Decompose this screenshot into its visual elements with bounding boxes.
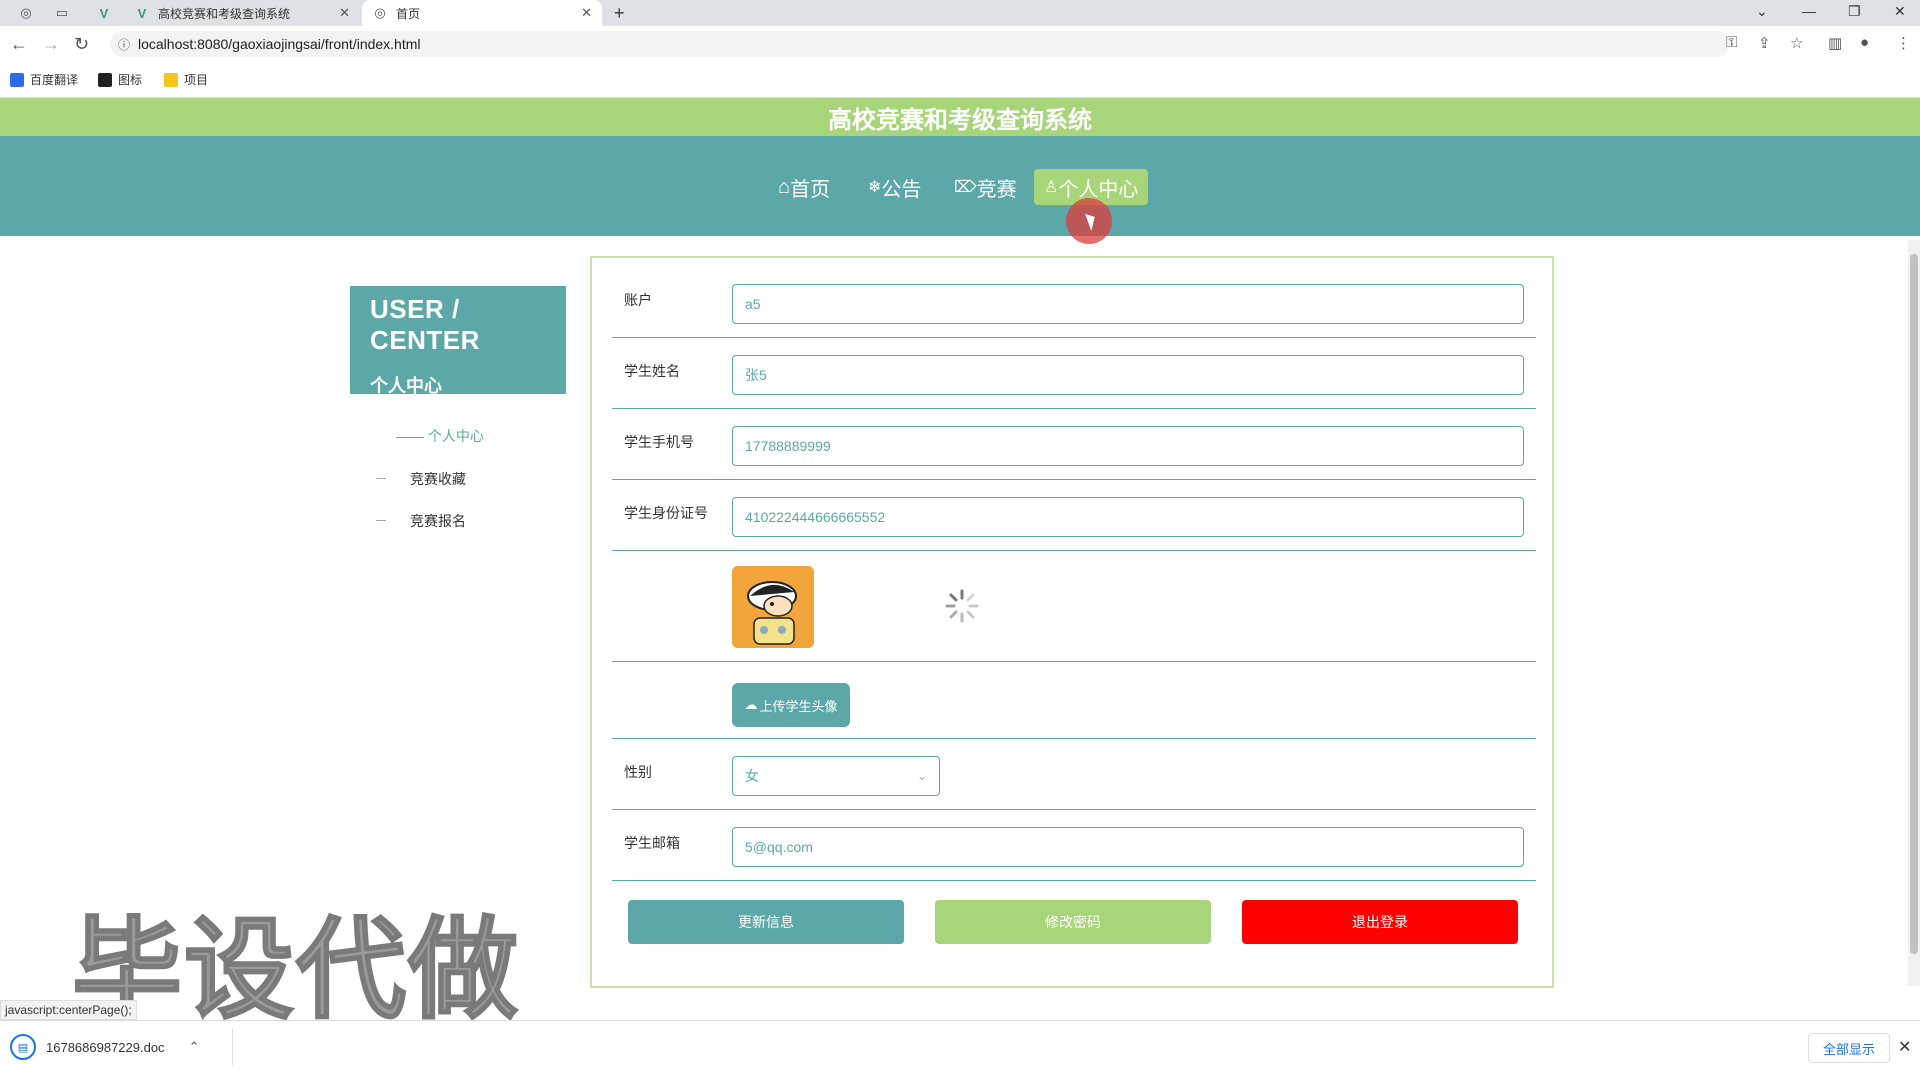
share-icon[interactable]: ⇪ — [1758, 34, 1771, 52]
row-email: 学生邮箱 5@qq.com — [612, 811, 1536, 881]
tab-home[interactable]: ◎ 首页 ✕ — [362, 0, 602, 26]
chevron-up-icon[interactable]: ⌃ — [189, 1039, 200, 1055]
email-input[interactable]: 5@qq.com — [732, 827, 1524, 867]
globe-icon: ◎ — [20, 5, 32, 20]
user-center-title-en: USER / CENTER — [370, 294, 480, 355]
logout-button[interactable]: 退出登录 — [1242, 900, 1518, 944]
vue-icon: V — [99, 5, 109, 21]
download-filename: 1678686987229.doc — [46, 1039, 165, 1055]
bookmarks-bar: 百度翻译 图标 项目 — [0, 62, 1920, 98]
cloud-upload-icon: ☁ — [744, 697, 758, 712]
restore-icon[interactable]: ❐ — [1848, 3, 1861, 20]
home-icon: ⌂ — [778, 175, 791, 198]
forward-icon[interactable]: → — [42, 34, 60, 55]
account-input[interactable]: a5 — [732, 284, 1524, 324]
sidebar-item-registration[interactable]: 竞赛报名 — [410, 511, 466, 531]
status-bar: javascript:centerPage(); — [0, 1000, 137, 1020]
site-title: 高校竞赛和考级查询系统 — [0, 98, 1920, 136]
gender-select[interactable]: 女 ⌄ — [732, 756, 940, 796]
new-tab-button[interactable]: + — [614, 0, 638, 26]
snowflake-icon: ❄ — [868, 179, 882, 196]
row-upload: ☁ 上传学生头像 — [612, 663, 1536, 739]
close-tab-icon[interactable]: ✕ — [581, 5, 592, 21]
nav-notice[interactable]: ❄ 公告 — [858, 169, 931, 205]
sidebar-item-favorites[interactable]: 竞赛收藏 — [410, 469, 466, 489]
user-center-title-cn: 个人中心 — [370, 376, 442, 396]
show-all-button[interactable]: 全部显示 — [1808, 1033, 1891, 1063]
row-idcard: 学生身份证号 410222444666665552 — [612, 481, 1536, 551]
chevron-down-icon: ⌄ — [916, 769, 927, 783]
address-bar: ← → ↻ ⓘ localhost:8080/gaoxiaojingsai/fr… — [0, 26, 1920, 62]
vue-icon: V — [137, 5, 147, 21]
bookmark-tubiao[interactable]: 图标 — [98, 71, 142, 88]
tab-pinned-1[interactable]: ◎ — [8, 0, 44, 26]
name-label: 学生姓名 — [624, 363, 680, 379]
user-icon: ♙ — [1044, 179, 1059, 196]
phone-label: 学生手机号 — [624, 434, 694, 450]
avatar — [732, 566, 814, 648]
back-icon[interactable]: ← — [10, 34, 28, 55]
reload-icon[interactable]: ↻ — [74, 34, 89, 55]
user-center-header: USER / CENTER 个人中心 — [350, 286, 566, 396]
loading-spinner-icon — [945, 589, 979, 623]
change-password-button[interactable]: 修改密码 — [935, 900, 1211, 944]
star-icon[interactable]: ☆ — [1790, 34, 1803, 52]
image-icon — [98, 72, 112, 87]
update-info-button[interactable]: 更新信息 — [628, 900, 904, 944]
bookmark-xiangmu[interactable]: 项目 — [164, 71, 208, 88]
gender-value: 女 — [745, 768, 759, 784]
account-label: 账户 — [624, 292, 652, 308]
download-shelf: ▤ 1678686987229.doc ⌃ 全部显示 ✕ — [0, 1020, 1920, 1072]
profile-form: 账户 a5 学生姓名 张5 学生手机号 17788889999 学生身份证号 4… — [590, 256, 1554, 988]
tab-title: 高校竞赛和考级查询系统 — [158, 6, 291, 21]
idcard-label: 学生身份证号 — [624, 505, 708, 521]
key-icon[interactable]: ⚿ — [1726, 34, 1737, 51]
blank-tab-icon: ▭ — [55, 5, 69, 20]
row-name: 学生姓名 张5 — [612, 339, 1536, 409]
tab-title: 首页 — [396, 6, 421, 21]
document-icon: ▤ — [10, 1034, 36, 1060]
info-icon: ⓘ — [118, 37, 131, 52]
close-icon[interactable]: ✕ — [1898, 1037, 1911, 1057]
globe-icon: ◎ — [374, 5, 386, 20]
watermark: 毕设代做 — [71, 905, 520, 1035]
translate-icon — [10, 72, 24, 87]
tab-strip: ◎ ▭ V V 高校竞赛和考级查询系统 ✕ ◎ 首页 ✕ + ⌄ — ❐ ✕ — [0, 0, 1920, 26]
minimize-icon[interactable]: — — [1802, 3, 1816, 19]
url-text: localhost:8080/gaoxiaojingsai/front/inde… — [138, 36, 421, 52]
idcard-input[interactable]: 410222444666665552 — [732, 497, 1524, 537]
row-account: 账户 a5 — [612, 268, 1536, 338]
row-gender: 性别 女 ⌄ — [612, 740, 1536, 810]
tab-pinned-2[interactable]: ▭ — [44, 0, 80, 26]
close-tab-icon[interactable]: ✕ — [339, 5, 350, 21]
name-input[interactable]: 张5 — [732, 355, 1524, 395]
bookmark-baidu-fanyi[interactable]: 百度翻译 — [10, 71, 78, 88]
close-window-icon[interactable]: ✕ — [1894, 3, 1906, 20]
sidepanel-icon[interactable]: ▥ — [1828, 34, 1842, 52]
scrollbar-thumb[interactable] — [1910, 254, 1918, 954]
email-label: 学生邮箱 — [624, 835, 680, 851]
download-item[interactable]: ▤ 1678686987229.doc ⌃ — [10, 1033, 199, 1061]
sidebar-dash — [376, 478, 386, 479]
nav-home[interactable]: ⌂ 首页 — [768, 169, 840, 205]
folder-icon — [164, 72, 178, 87]
sidebar-item-user-center[interactable]: —— 个人中心 — [396, 426, 484, 446]
profile-icon[interactable]: ● — [1860, 34, 1869, 51]
main-nav: ⌂ 首页 ❄ 公告 ⌦ 竞赛 ♙ 个人中心 — [0, 136, 1920, 236]
phone-input[interactable]: 17788889999 — [732, 426, 1524, 466]
divider — [232, 1029, 233, 1065]
tab-system[interactable]: V 高校竞赛和考级查询系统 ✕ — [124, 0, 360, 26]
nav-competition[interactable]: ⌦ 竞赛 — [944, 169, 1027, 205]
menu-icon[interactable]: ⋮ — [1896, 34, 1911, 52]
sidebar-dash — [376, 520, 386, 521]
gender-label: 性别 — [624, 764, 652, 780]
upload-avatar-button[interactable]: ☁ 上传学生头像 — [732, 683, 850, 727]
chevron-down-icon[interactable]: ⌄ — [1756, 3, 1768, 20]
row-avatar — [612, 552, 1536, 662]
tag-icon: ⌦ — [954, 179, 977, 196]
url-field[interactable]: ⓘ localhost:8080/gaoxiaojingsai/front/in… — [110, 31, 1730, 57]
tab-pinned-3[interactable]: V — [86, 0, 122, 26]
row-phone: 学生手机号 17788889999 — [612, 410, 1536, 480]
